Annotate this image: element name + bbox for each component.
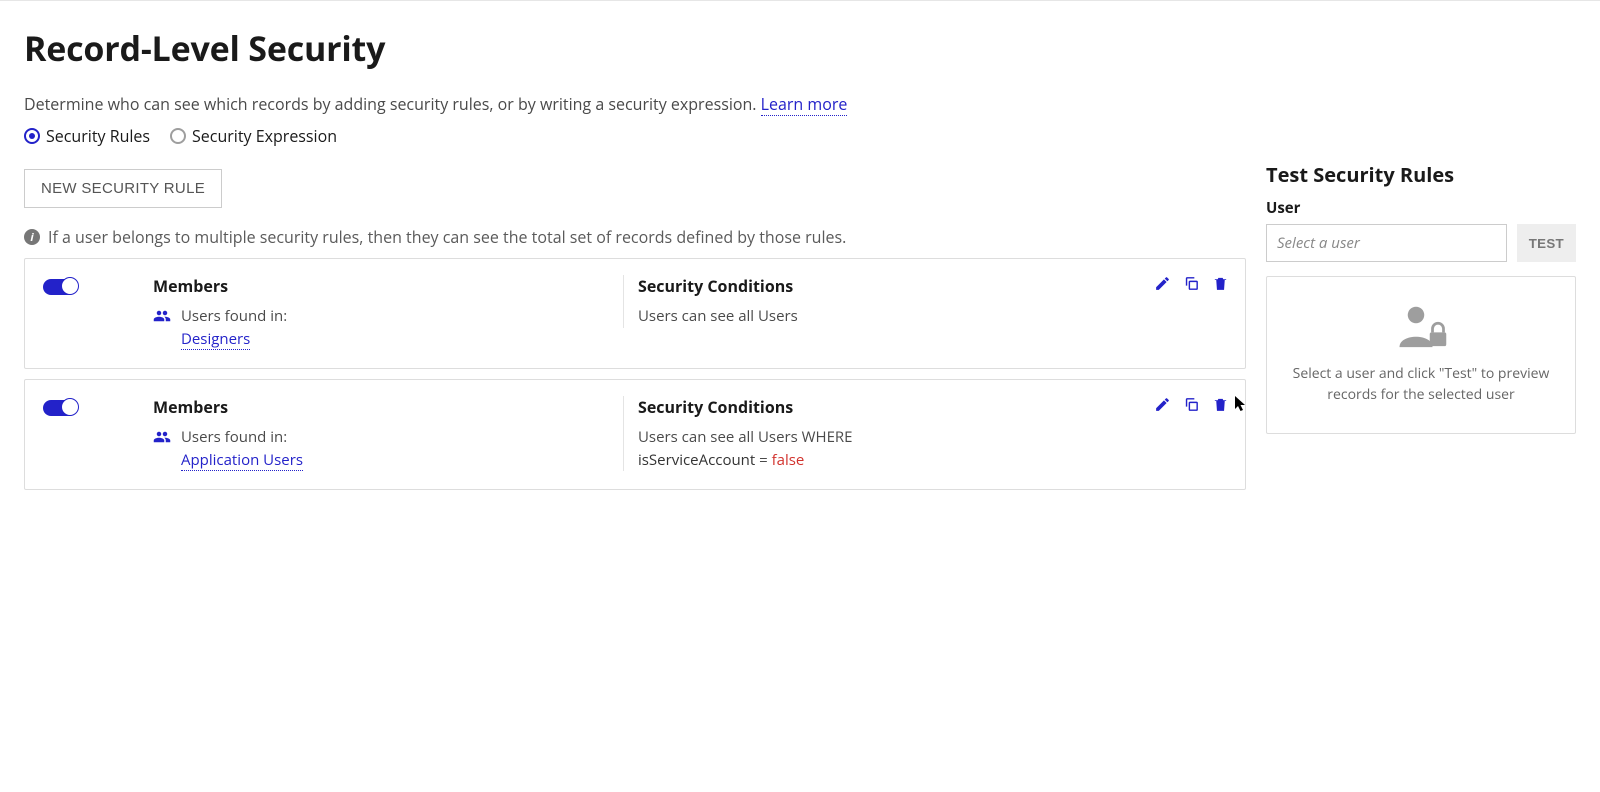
radio-dot-icon xyxy=(24,128,40,144)
radio-security-expression[interactable]: Security Expression xyxy=(170,125,337,147)
mode-radio-group: Security Rules Security Expression xyxy=(24,125,1246,147)
info-icon: i xyxy=(24,229,40,245)
condition-expression: isServiceAccount = false xyxy=(638,449,1127,472)
conditions-title: Security Conditions xyxy=(638,275,1127,297)
users-found-in-label: Users found in: xyxy=(181,426,303,449)
user-field-label: User xyxy=(1266,198,1576,218)
radio-label: Security Expression xyxy=(192,125,337,147)
page-title: Record-Level Security xyxy=(24,25,1246,71)
radio-label: Security Rules xyxy=(46,125,150,147)
condition-text: Users can see all Users xyxy=(638,305,1127,328)
members-title: Members xyxy=(153,275,603,297)
members-title: Members xyxy=(153,396,603,418)
edit-icon[interactable] xyxy=(1154,396,1171,413)
users-found-in-label: Users found in: xyxy=(181,305,287,328)
group-link[interactable]: Application Users xyxy=(181,450,303,471)
info-banner: i If a user belongs to multiple security… xyxy=(24,226,1246,248)
security-rule-card: Members Users found in: Application User… xyxy=(24,379,1246,490)
description-text: Determine who can see which records by a… xyxy=(24,93,761,115)
delete-icon[interactable] xyxy=(1212,275,1229,292)
copy-icon[interactable] xyxy=(1183,275,1200,292)
condition-text: Users can see all Users WHERE xyxy=(638,426,1127,449)
info-text: If a user belongs to multiple security r… xyxy=(48,226,846,248)
users-icon xyxy=(153,307,171,325)
test-panel-title: Test Security Rules xyxy=(1266,161,1576,188)
group-link[interactable]: Designers xyxy=(181,329,250,350)
page-description: Determine who can see which records by a… xyxy=(24,93,1246,115)
rule-enabled-toggle[interactable] xyxy=(43,279,77,295)
radio-security-rules[interactable]: Security Rules xyxy=(24,125,150,147)
users-icon xyxy=(153,428,171,446)
copy-icon[interactable] xyxy=(1183,396,1200,413)
edit-icon[interactable] xyxy=(1154,275,1171,292)
test-results-panel: Select a user and click "Test" to previe… xyxy=(1266,276,1576,434)
new-security-rule-button[interactable]: NEW SECURITY RULE xyxy=(24,169,222,208)
test-button[interactable]: TEST xyxy=(1517,224,1576,262)
user-lock-icon xyxy=(1394,301,1449,351)
security-rule-card: Members Users found in: Designers Securi… xyxy=(24,258,1246,369)
radio-dot-icon xyxy=(170,128,186,144)
test-empty-text: Select a user and click "Test" to previe… xyxy=(1283,363,1559,405)
rule-enabled-toggle[interactable] xyxy=(43,400,77,416)
learn-more-link[interactable]: Learn more xyxy=(761,93,848,116)
user-select[interactable]: Select a user xyxy=(1266,224,1507,262)
conditions-title: Security Conditions xyxy=(638,396,1127,418)
delete-icon[interactable] xyxy=(1212,396,1229,413)
